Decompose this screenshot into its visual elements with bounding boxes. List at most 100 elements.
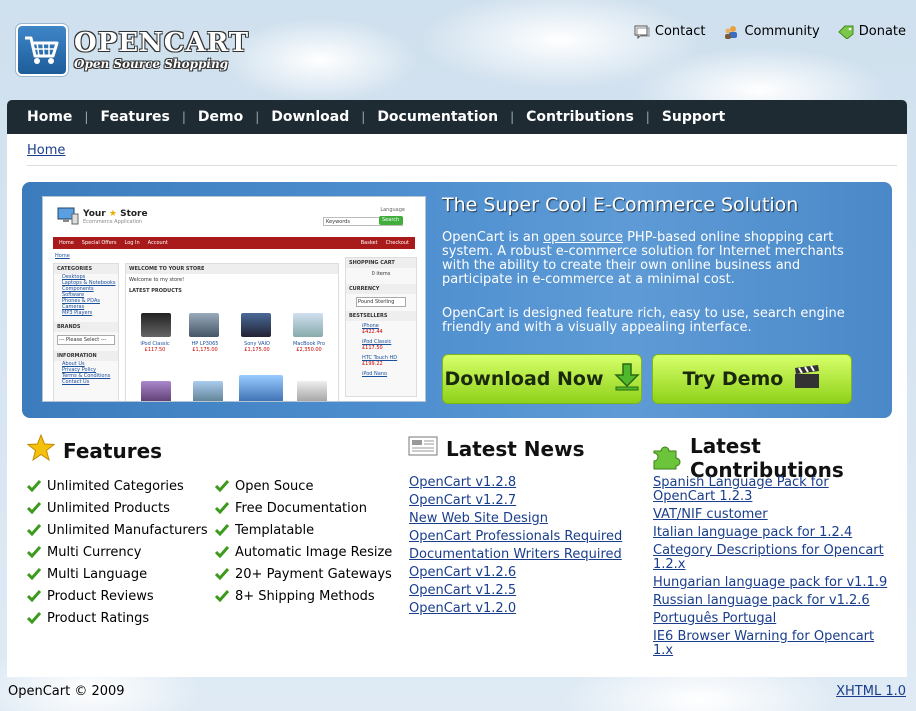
nav-features[interactable]: Features	[100, 109, 169, 125]
contact-label: Contact	[654, 24, 706, 39]
contribution-link[interactable]: IE6 Browser Warning for Opencart 1.x	[653, 630, 893, 658]
check-icon	[27, 568, 41, 580]
features-list-1: Unlimited Categories Unlimited Products …	[27, 475, 208, 629]
check-icon	[27, 502, 41, 514]
download-now-button[interactable]: Download Now	[442, 354, 642, 404]
list-item: Multi Language	[27, 563, 208, 585]
banner-description: OpenCart is designed feature rich, easy …	[442, 306, 845, 335]
puzzle-piece-icon	[652, 441, 682, 476]
logo-title: OPENCART	[74, 28, 250, 58]
list-item: 8+ Shipping Methods	[215, 585, 392, 607]
nav-support[interactable]: Support	[662, 109, 725, 125]
list-item: Unlimited Products	[27, 497, 208, 519]
footer-copyright: OpenCart © 2009	[8, 684, 125, 699]
news-link[interactable]: OpenCart v1.2.0	[409, 602, 622, 616]
screenshot-search-button: Search	[379, 216, 403, 225]
list-item: Open Souce	[215, 475, 392, 497]
try-demo-button[interactable]: Try Demo	[652, 354, 852, 404]
download-label: Download Now	[444, 368, 604, 390]
nav-demo[interactable]: Demo	[198, 109, 243, 125]
product-thumb	[193, 381, 223, 401]
contribution-link[interactable]: Português Portugal	[653, 612, 893, 626]
news-link[interactable]: OpenCart v1.2.7	[409, 494, 622, 508]
product-thumb	[297, 381, 327, 401]
donate-link[interactable]: Donate	[838, 24, 906, 40]
banner-title: The Super Cool E-Commerce Solution	[442, 194, 799, 216]
logo-subtitle: Open Source Shopping	[74, 57, 229, 71]
hero-banner: Your ★ Store Ecommerce Application Langu…	[22, 182, 892, 418]
community-label: Community	[744, 24, 820, 39]
news-link[interactable]: Documentation Writers Required	[409, 548, 622, 562]
latest-news-heading: Latest News	[408, 434, 584, 463]
cart-logo-icon	[16, 24, 68, 76]
check-icon	[27, 480, 41, 492]
main-content: Home Your ★ Store Ecommerce Application …	[7, 134, 907, 677]
breadcrumb-divider	[27, 165, 897, 166]
people-icon	[723, 25, 739, 39]
screenshot-menubar: Home Special Offers Log In Account Baske…	[53, 237, 415, 249]
nav-contributions[interactable]: Contributions	[526, 109, 634, 125]
nav-separator: |	[645, 110, 650, 124]
news-link[interactable]: OpenCart v1.2.5	[409, 584, 622, 598]
product-thumb	[141, 381, 171, 401]
news-list: OpenCart v1.2.8 OpenCart v1.2.7 New Web …	[409, 476, 622, 620]
star-icon	[26, 433, 56, 467]
nav-documentation[interactable]: Documentation	[377, 109, 498, 125]
list-item: Product Reviews	[27, 585, 208, 607]
check-icon	[215, 524, 229, 536]
contributions-list: Spanish Language Pack for OpenCart 1.2.3…	[653, 476, 893, 662]
donate-label: Donate	[858, 24, 906, 39]
check-icon	[215, 590, 229, 602]
list-item: Free Documentation	[215, 497, 392, 519]
banner-intro: OpenCart is an open source PHP-based onl…	[442, 230, 844, 287]
community-link[interactable]: Community	[723, 24, 820, 39]
try-demo-label: Try Demo	[682, 368, 784, 390]
nav-separator: |	[84, 110, 89, 124]
screenshot-language: Language	[380, 207, 405, 213]
open-source-link[interactable]: open source	[543, 230, 623, 245]
contribution-link[interactable]: Italian language pack for 1.2.4	[653, 526, 893, 540]
contribution-link[interactable]: VAT/NIF customer	[653, 508, 893, 522]
list-item: Automatic Image Resize	[215, 541, 392, 563]
top-links: Contact Community Donate	[634, 24, 906, 40]
logo[interactable]: OPENCART Open Source Shopping	[16, 22, 256, 78]
nav-home[interactable]: Home	[27, 109, 72, 125]
clapperboard-icon	[793, 364, 821, 395]
check-icon	[215, 546, 229, 558]
product-thumb	[239, 375, 283, 401]
list-item: Templatable	[215, 519, 392, 541]
store-screenshot[interactable]: Your ★ Store Ecommerce Application Langu…	[42, 196, 426, 402]
nav-download[interactable]: Download	[271, 109, 349, 125]
check-icon	[215, 568, 229, 580]
screenshot-breadcrumb: Home	[55, 253, 70, 259]
nav-separator: |	[255, 110, 260, 124]
speech-bubble-icon	[634, 25, 650, 39]
check-icon	[27, 524, 41, 536]
monitor-icon	[57, 207, 79, 225]
nav-separator: |	[181, 110, 186, 124]
features-heading: Features	[26, 433, 162, 467]
news-link[interactable]: New Web Site Design	[409, 512, 622, 526]
contribution-link[interactable]: Category Descriptions for Opencart 1.2.x	[653, 544, 893, 572]
news-link[interactable]: OpenCart v1.2.6	[409, 566, 622, 580]
check-icon	[215, 480, 229, 492]
check-icon	[215, 502, 229, 514]
screenshot-right-column: SHOPPING CART 0 items CURRENCY Pound Ste…	[345, 257, 417, 397]
contribution-link[interactable]: Russian language pack for v1.2.6	[653, 594, 893, 608]
contribution-link[interactable]: Hungarian language pack for v1.1.9	[653, 576, 893, 590]
check-icon	[27, 546, 41, 558]
list-item: 20+ Payment Gateways	[215, 563, 392, 585]
news-link[interactable]: OpenCart Professionals Required	[409, 530, 622, 544]
contribution-link[interactable]: Spanish Language Pack for OpenCart 1.2.3	[653, 476, 893, 504]
main-nav: Home | Features | Demo | Download | Docu…	[7, 100, 907, 134]
screenshot-left-column: CATEGORIES Desktops Laptops & Notebooks …	[53, 263, 119, 401]
news-link[interactable]: OpenCart v1.2.8	[409, 476, 622, 490]
nav-separator: |	[510, 110, 515, 124]
product-macbook-image	[293, 313, 323, 337]
xhtml-link[interactable]: XHTML 1.0	[836, 684, 906, 699]
contact-link[interactable]: Contact	[634, 24, 706, 39]
check-icon	[27, 590, 41, 602]
product-laptop-image	[241, 313, 271, 337]
breadcrumb-home[interactable]: Home	[27, 143, 65, 158]
money-tag-icon	[838, 25, 854, 40]
